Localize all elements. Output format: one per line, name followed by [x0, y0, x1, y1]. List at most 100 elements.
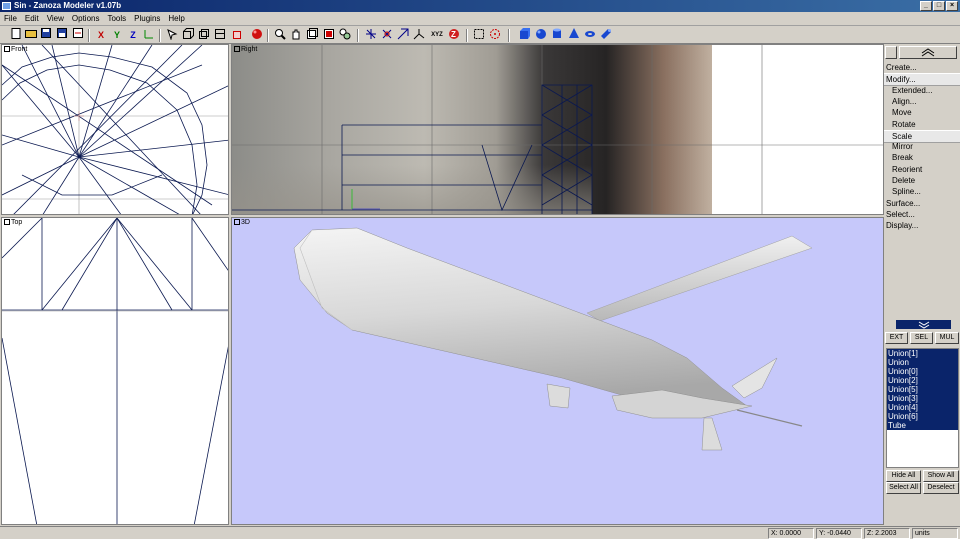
- panel-toggle-icon[interactable]: [885, 46, 897, 59]
- zoom-all-icon[interactable]: [338, 28, 352, 42]
- front-wireframe: [2, 45, 228, 214]
- box-3d-icon[interactable]: [231, 28, 245, 42]
- command-item[interactable]: Display...: [884, 220, 960, 231]
- command-item[interactable]: Mirror: [884, 141, 960, 152]
- import-icon[interactable]: [71, 28, 85, 42]
- command-item[interactable]: Break: [884, 152, 960, 163]
- menu-edit[interactable]: Edit: [21, 12, 43, 26]
- window-title: Sin - Zanoza Modeler v1.07b: [14, 1, 122, 10]
- status-z: Z: 2.2003: [864, 528, 910, 539]
- scale-axes-icon[interactable]: [396, 28, 410, 42]
- zoom-icon[interactable]: [273, 28, 287, 42]
- new-file-icon[interactable]: [9, 28, 23, 42]
- rotate-axes-icon[interactable]: [380, 28, 394, 42]
- viewport-menu-icon[interactable]: [4, 46, 10, 52]
- command-item[interactable]: Move: [884, 107, 960, 118]
- object-list-item[interactable]: Union[5]: [887, 385, 958, 394]
- app-icon: [2, 2, 11, 10]
- create-cylinder-icon[interactable]: [550, 28, 564, 42]
- hide-all-button[interactable]: Hide All: [886, 470, 921, 482]
- deselect-button[interactable]: Deselect: [923, 482, 959, 494]
- right-wireframe: [232, 45, 883, 214]
- menu-bar: File Edit View Options Tools Plugins Help: [0, 12, 960, 26]
- object-list-item[interactable]: Union[2]: [887, 376, 958, 385]
- object-list[interactable]: Union[1] Union Union[0] Union[2] Union[5] Uni…: [886, 348, 959, 468]
- menu-file[interactable]: File: [0, 12, 21, 26]
- viewport-front[interactable]: Front: [1, 44, 229, 215]
- world-axes-icon[interactable]: [412, 28, 426, 42]
- viewport-right-label: Right: [241, 46, 258, 53]
- minimize-button[interactable]: _: [920, 1, 932, 11]
- show-all-button[interactable]: Show All: [923, 470, 959, 482]
- mul-button[interactable]: MUL: [935, 332, 959, 344]
- title-bar: Sin - Zanoza Modeler v1.07b _ □ ×: [0, 0, 960, 12]
- open-folder-icon[interactable]: [24, 28, 38, 42]
- viewport-top[interactable]: Top: [1, 217, 229, 525]
- render-sphere-icon[interactable]: [250, 28, 264, 42]
- save-icon[interactable]: [39, 28, 53, 42]
- box-front-icon[interactable]: [181, 28, 195, 42]
- object-list-item[interactable]: Tube: [887, 421, 958, 430]
- create-box-icon[interactable]: [518, 28, 532, 42]
- toolbar-separator: [88, 29, 90, 42]
- toolbar-separator: [508, 29, 510, 42]
- box-side-icon[interactable]: [197, 28, 211, 42]
- select-arrow-icon[interactable]: [165, 28, 179, 42]
- viewport-front-label: Front: [11, 46, 28, 53]
- viewport-right[interactable]: Right: [231, 44, 884, 215]
- zoom-extents-icon[interactable]: [305, 28, 319, 42]
- object-list-item[interactable]: Union[3]: [887, 394, 958, 403]
- close-button[interactable]: ×: [946, 1, 958, 11]
- collapse-down-button[interactable]: [896, 320, 951, 329]
- ext-button[interactable]: EXT: [885, 332, 908, 344]
- xyz-constraint-icon[interactable]: XYZ: [430, 28, 444, 42]
- viewport-menu-icon[interactable]: [234, 219, 240, 225]
- command-item[interactable]: Extended...: [884, 85, 960, 96]
- toolbar-separator: [466, 29, 468, 42]
- menu-options[interactable]: Options: [68, 12, 104, 26]
- missile-model: [293, 227, 813, 451]
- object-list-item[interactable]: Union[4]: [887, 403, 958, 412]
- zoom-region-icon[interactable]: [322, 28, 336, 42]
- snap-icon[interactable]: Z: [447, 28, 461, 42]
- menu-tools[interactable]: Tools: [103, 12, 130, 26]
- select-circle-icon[interactable]: [488, 28, 502, 42]
- z-axis-toggle[interactable]: Z: [126, 28, 140, 42]
- command-item[interactable]: Reorient: [884, 164, 960, 175]
- menu-view[interactable]: View: [43, 12, 68, 26]
- viewport-menu-icon[interactable]: [234, 46, 240, 52]
- select-all-button[interactable]: Select All: [886, 482, 921, 494]
- create-tube-icon[interactable]: [599, 28, 613, 42]
- create-sphere-icon[interactable]: [534, 28, 548, 42]
- toolbar-separator: [159, 29, 161, 42]
- box-top-icon[interactable]: [213, 28, 227, 42]
- create-cone-icon[interactable]: [567, 28, 581, 42]
- axes-icon[interactable]: [142, 28, 156, 42]
- object-list-item[interactable]: Union[1]: [887, 349, 958, 358]
- pan-hand-icon[interactable]: [289, 28, 303, 42]
- command-item[interactable]: Create...: [884, 62, 960, 73]
- command-item[interactable]: Rotate: [884, 119, 960, 130]
- command-item[interactable]: Surface...: [884, 198, 960, 209]
- collapse-up-button[interactable]: [899, 46, 957, 59]
- move-axes-icon[interactable]: [364, 28, 378, 42]
- menu-help[interactable]: Help: [164, 12, 188, 26]
- y-axis-toggle[interactable]: Y: [110, 28, 124, 42]
- command-item[interactable]: Select...: [884, 209, 960, 220]
- viewport-3d[interactable]: 3D: [231, 217, 884, 525]
- viewport-menu-icon[interactable]: [4, 219, 10, 225]
- select-rect-icon[interactable]: [472, 28, 486, 42]
- object-list-item[interactable]: Union: [887, 358, 958, 367]
- command-item[interactable]: Delete: [884, 175, 960, 186]
- create-torus-icon[interactable]: [583, 28, 597, 42]
- command-item[interactable]: Align...: [884, 96, 960, 107]
- object-list-item[interactable]: Union[0]: [887, 367, 958, 376]
- svg-text:Z: Z: [451, 30, 456, 39]
- save-as-icon[interactable]: [55, 28, 69, 42]
- x-axis-toggle[interactable]: X: [94, 28, 108, 42]
- object-list-item[interactable]: Union[6]: [887, 412, 958, 421]
- menu-plugins[interactable]: Plugins: [130, 12, 164, 26]
- sel-button[interactable]: SEL: [910, 332, 933, 344]
- command-item[interactable]: Spline...: [884, 186, 960, 197]
- maximize-button[interactable]: □: [933, 1, 945, 11]
